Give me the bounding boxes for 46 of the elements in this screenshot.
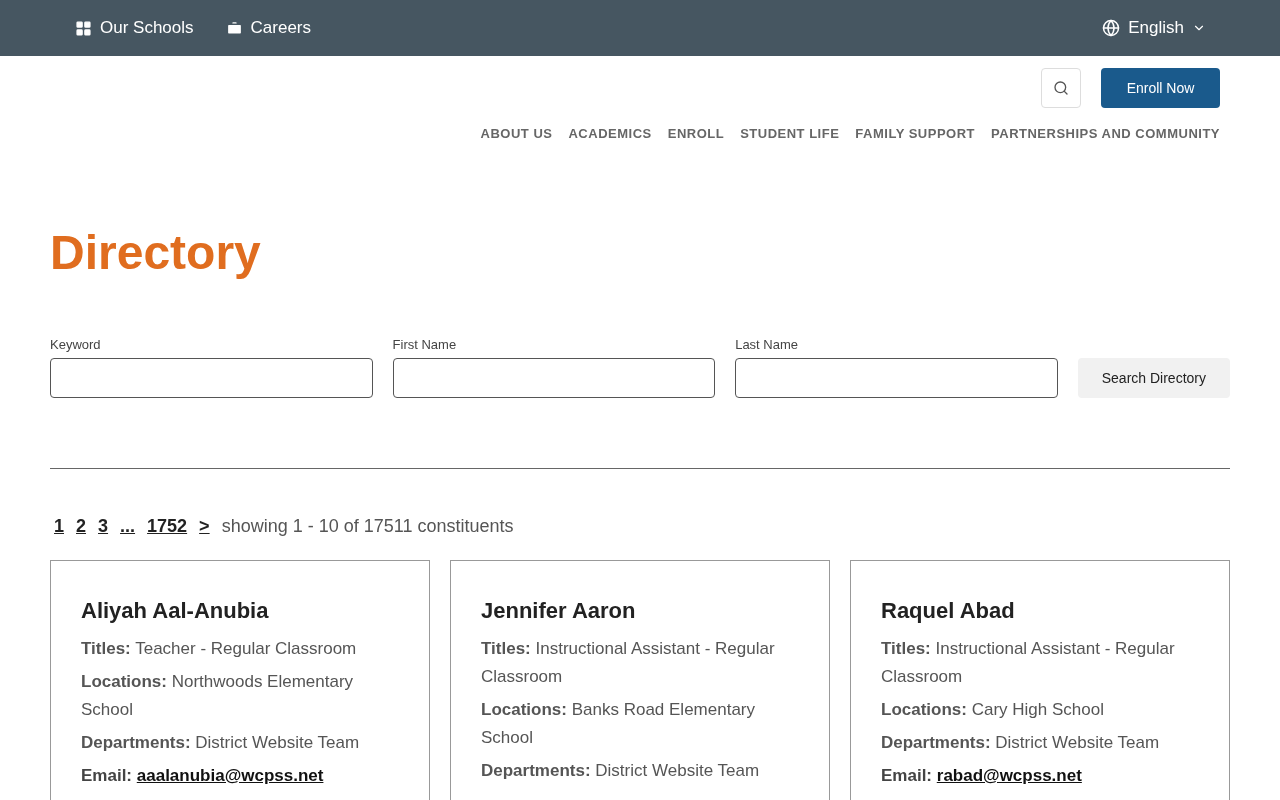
briefcase-icon [225, 19, 243, 37]
enroll-button[interactable]: Enroll Now [1101, 68, 1220, 108]
nav-link[interactable]: PARTNERSHIPS AND COMMUNITY [991, 124, 1220, 144]
person-name: Jennifer Aaron [481, 597, 637, 625]
nav-link[interactable]: ABOUT US [480, 124, 553, 144]
top-bar-link[interactable]: Our Schools [75, 15, 194, 41]
person-name: Raquel Abad [881, 597, 1016, 625]
person-detail: Titles: Instructional Assistant - Regular Classroom [481, 638, 776, 688]
person-email: Email: rabad@wcpss.net [881, 765, 1083, 787]
page-title: Directory [50, 228, 262, 277]
nav-link[interactable]: ENROLL [667, 124, 725, 144]
person-name: Aliyah Aal-Anubia [81, 597, 270, 625]
field-label: First Name [392, 335, 458, 354]
person-detail: Titles: Instructional Assistant - Regular Classroom [881, 638, 1176, 688]
person-detail: Locations: Banks Road Elementary School [481, 699, 756, 749]
page-link[interactable]: 1752 [147, 513, 188, 540]
page-link[interactable]: ... [120, 513, 136, 540]
email-link[interactable]: rabad@wcpss.net [936, 766, 1082, 785]
page-link[interactable]: 3 [98, 513, 109, 540]
search-icon [1053, 80, 1069, 96]
page-link[interactable]: > [199, 513, 210, 540]
globe-icon [1102, 19, 1121, 37]
search-directory-button[interactable]: Search Directory [1077, 358, 1230, 398]
person-detail: Departments: District Website Team [81, 732, 361, 754]
input-field[interactable] [392, 358, 716, 398]
page-link[interactable]: 1 [54, 513, 64, 540]
language-selector[interactable]: English [1102, 15, 1206, 41]
field-label: Keyword [50, 335, 102, 354]
results-summary: showing 1 - 10 of 17511 constituents [221, 515, 514, 538]
input-field[interactable] [50, 358, 373, 398]
person-email: Email: aaalanubia@wcpss.net [81, 765, 325, 787]
person-detail: Locations: Cary High School [881, 699, 1105, 721]
nav-link[interactable]: STUDENT LIFE [740, 124, 840, 144]
search-button[interactable] [1041, 68, 1081, 108]
nav-link[interactable]: ACADEMICS [568, 124, 652, 144]
page-link[interactable]: 2 [76, 513, 87, 540]
field-label: Last Name [735, 335, 800, 354]
nav-link[interactable]: FAMILY SUPPORT [855, 124, 976, 144]
person-detail: Locations: Northwoods Elementary School [81, 671, 355, 721]
top-bar-link[interactable]: Careers [225, 15, 311, 41]
person-detail: Titles: Teacher - Regular Classroom [81, 638, 358, 660]
person-detail: Departments: District Website Team [881, 732, 1161, 754]
email-link[interactable]: aaalanubia@wcpss.net [136, 766, 324, 785]
grid-icon [75, 19, 92, 37]
input-field[interactable] [735, 358, 1058, 398]
person-detail: Departments: District Website Team [481, 760, 761, 782]
